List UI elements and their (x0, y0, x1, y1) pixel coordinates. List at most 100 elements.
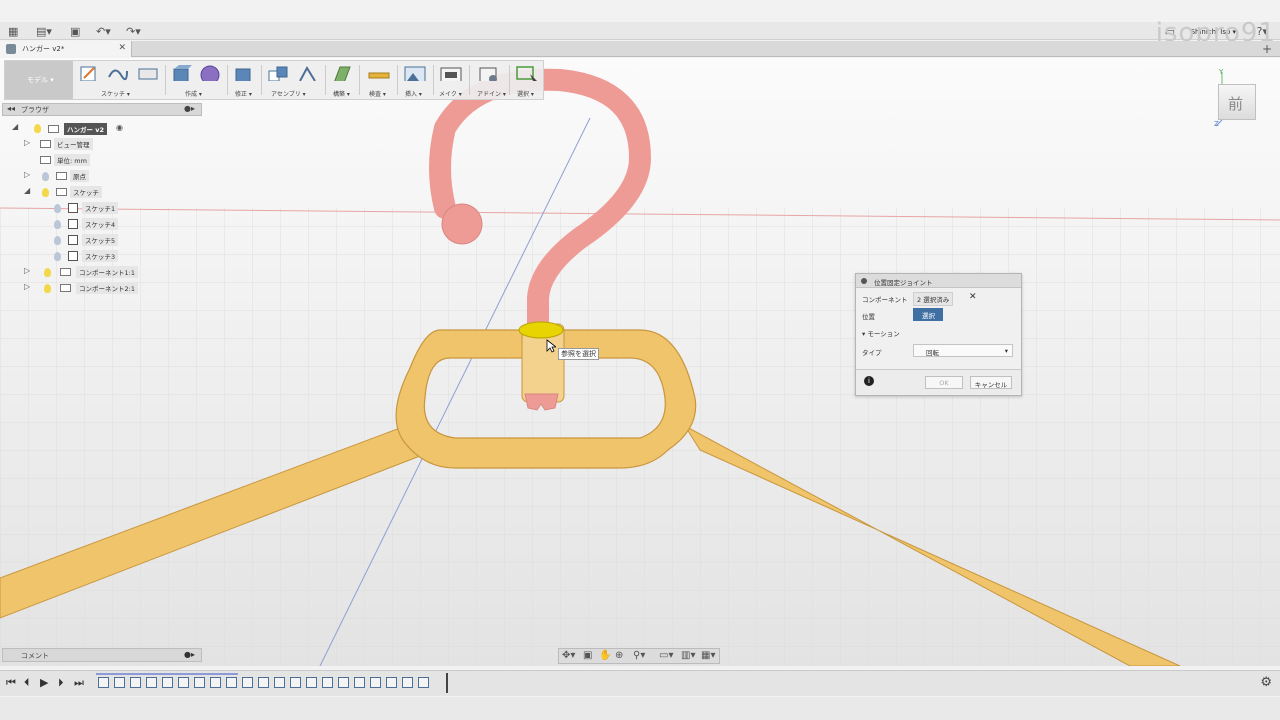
comments-panel-header[interactable]: コメント ●▸ (2, 648, 202, 662)
motion-section-header[interactable]: ▾ モーション (862, 328, 900, 338)
step-forward-icon[interactable]: ⏵ (58, 676, 64, 690)
zoom-icon[interactable]: ⊕ (615, 650, 623, 661)
tree-item-component2[interactable]: ▷ コンポーネント2:1 (24, 282, 164, 295)
create-group-label[interactable]: 作成 ▾ (185, 89, 202, 98)
timeline-feature-icon[interactable] (162, 677, 173, 688)
extrude-icon[interactable] (171, 65, 193, 81)
expanded-arrow-icon[interactable]: ◢ (24, 186, 30, 195)
tree-item-sketch3[interactable]: スケッチ3 (50, 250, 170, 263)
visibility-bulb-icon[interactable] (44, 284, 51, 293)
add-comment-icon[interactable]: ●▸ (184, 650, 195, 659)
timeline-marker[interactable] (446, 673, 448, 693)
sketch-icon[interactable] (79, 65, 99, 81)
visibility-bulb-icon[interactable] (54, 204, 61, 213)
timeline-feature-icon[interactable] (258, 677, 269, 688)
timeline-feature-icon[interactable] (146, 677, 157, 688)
timeline-feature-icon[interactable] (290, 677, 301, 688)
insert-group-label[interactable]: 挿入 ▾ (405, 89, 422, 98)
document-tab[interactable]: ハンガー v2* ✕ (0, 41, 132, 57)
press-pull-icon[interactable] (233, 65, 255, 81)
dialog-header[interactable]: 位置固定ジョイント (856, 274, 1021, 288)
form-icon[interactable] (199, 65, 221, 81)
go-to-start-icon[interactable]: ⏮ (6, 676, 16, 690)
info-icon[interactable]: i (864, 376, 874, 386)
tree-item-view-management[interactable]: ▷ ビュー管理 (24, 138, 144, 151)
timeline-feature-icon[interactable] (210, 677, 221, 688)
grid-menu-icon[interactable]: ▦ (8, 25, 18, 38)
active-radio-icon[interactable]: ◉ (116, 123, 123, 132)
pin-icon[interactable]: ●▸ (184, 104, 195, 113)
tree-root[interactable]: ◢ ハンガー v2 ◉ (12, 122, 132, 135)
timeline-feature-icon[interactable] (274, 677, 285, 688)
play-icon[interactable]: ▶ (40, 676, 48, 689)
timeline-feature-icon[interactable] (194, 677, 205, 688)
viewport-canvas[interactable] (0, 58, 1280, 666)
visibility-bulb-icon[interactable] (54, 236, 61, 245)
visibility-bulb-icon[interactable] (42, 172, 49, 181)
rigid-joint-dialog[interactable]: 位置固定ジョイント コンポーネント 2 選択済み ✕ 位置 選択 ▾ モーション… (855, 273, 1022, 396)
timeline-feature-icon[interactable] (418, 677, 429, 688)
scripts-icon[interactable] (477, 65, 501, 81)
insert-image-icon[interactable] (403, 65, 427, 81)
addins-group-label[interactable]: アドイン ▾ (477, 89, 506, 98)
add-tab-icon[interactable]: + (1262, 42, 1272, 56)
timeline-feature-icon[interactable] (130, 677, 141, 688)
tree-item-sketches[interactable]: ◢ スケッチ (24, 186, 144, 199)
visibility-bulb-icon[interactable] (54, 252, 61, 261)
view-cube[interactable]: 前 (1218, 84, 1256, 120)
dialog-menu-icon[interactable] (861, 278, 867, 284)
visibility-bulb-icon[interactable] (54, 220, 61, 229)
cancel-button[interactable]: キャンセル (970, 376, 1012, 389)
sketch-group-label[interactable]: スケッチ ▾ (101, 89, 130, 98)
go-to-end-icon[interactable]: ⏭ (74, 676, 84, 690)
select-icon[interactable] (515, 65, 541, 81)
timeline-feature-icon[interactable] (114, 677, 125, 688)
timeline-feature-list[interactable] (96, 675, 442, 693)
close-icon[interactable]: ✕ (118, 43, 126, 53)
collapsed-arrow-icon[interactable]: ▷ (24, 266, 30, 275)
browser-panel-header[interactable]: ◂◂ ブラウザ ●▸ (2, 103, 202, 116)
timeline-feature-icon[interactable] (322, 677, 333, 688)
construct-group-label[interactable]: 構築 ▾ (333, 89, 350, 98)
timeline-feature-icon[interactable] (178, 677, 189, 688)
timeline-feature-icon[interactable] (242, 677, 253, 688)
ok-button[interactable]: OK (925, 376, 963, 389)
select-group-label[interactable]: 選択 ▾ (517, 89, 534, 98)
save-icon[interactable]: ▣ (70, 25, 80, 38)
tree-item-units[interactable]: 単位: mm (24, 154, 144, 167)
grid-settings-icon[interactable]: ▥▾ (681, 650, 695, 661)
collapsed-arrow-icon[interactable]: ▷ (24, 138, 30, 147)
timeline-feature-icon[interactable] (306, 677, 317, 688)
assemble-group-label[interactable]: アセンブリ ▾ (271, 89, 306, 98)
expanded-arrow-icon[interactable]: ◢ (12, 122, 18, 131)
timeline-feature-icon[interactable] (402, 677, 413, 688)
timeline-feature-icon[interactable] (386, 677, 397, 688)
motion-type-dropdown[interactable]: 回転 ▾ (913, 344, 1013, 357)
tree-item-sketch5[interactable]: スケッチ5 (50, 234, 170, 247)
visibility-bulb-icon[interactable] (44, 268, 51, 277)
workspace-switcher[interactable]: モデル ▾ (5, 61, 73, 99)
3d-print-icon[interactable] (439, 65, 463, 81)
modify-group-label[interactable]: 修正 ▾ (235, 89, 252, 98)
display-settings-icon[interactable]: ▭▾ (659, 650, 673, 661)
make-group-label[interactable]: メイク ▾ (439, 89, 462, 98)
file-menu-icon[interactable]: ▤▾ (36, 25, 52, 38)
tree-item-sketch1[interactable]: スケッチ1 (50, 202, 170, 215)
fit-icon[interactable]: ⚲▾ (633, 650, 645, 661)
timeline-feature-icon[interactable] (226, 677, 237, 688)
offset-plane-icon[interactable] (331, 65, 353, 81)
tree-item-origin[interactable]: ▷ 原点 (24, 170, 144, 183)
collapsed-arrow-icon[interactable]: ▷ (24, 170, 30, 179)
visibility-bulb-icon[interactable] (42, 188, 49, 197)
rectangle-icon[interactable] (137, 65, 159, 81)
joint-icon[interactable] (297, 65, 319, 81)
collapsed-arrow-icon[interactable]: ▷ (24, 282, 30, 291)
undo-icon[interactable]: ↶▾ (96, 25, 111, 38)
measure-icon[interactable] (367, 65, 391, 81)
timeline-feature-icon[interactable] (354, 677, 365, 688)
spline-icon[interactable] (107, 65, 129, 81)
collapse-arrows-icon[interactable]: ◂◂ (7, 104, 15, 113)
timeline-feature-icon[interactable] (338, 677, 349, 688)
orbit-icon[interactable]: ✥▾ (562, 650, 575, 661)
new-component-icon[interactable] (267, 65, 289, 81)
